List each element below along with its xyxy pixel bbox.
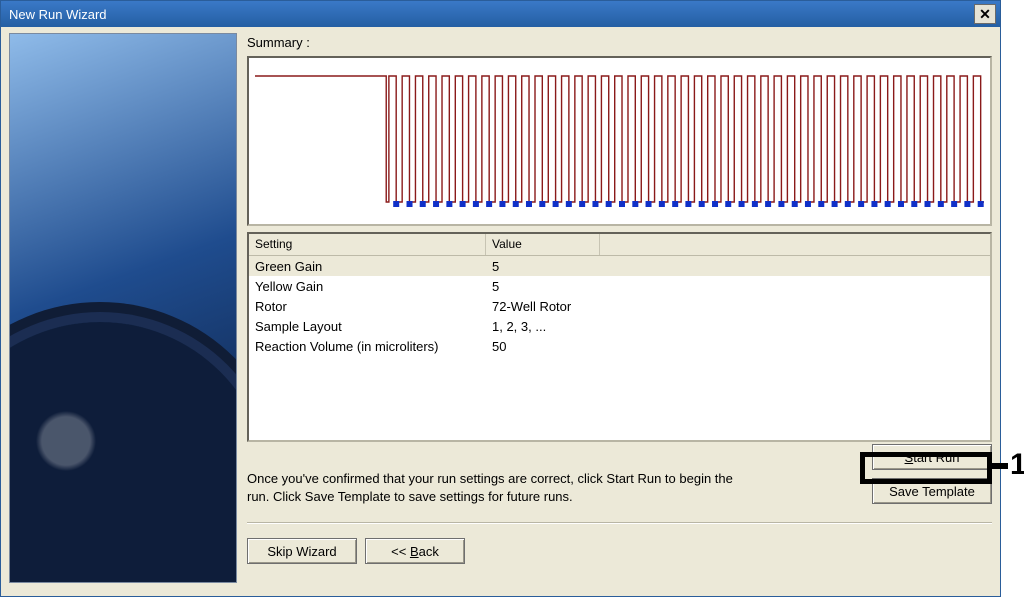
close-button[interactable]: ✕ (974, 4, 996, 24)
col-header-value[interactable]: Value (486, 234, 600, 255)
annotation-dash (992, 463, 1008, 469)
back-button[interactable]: << Back (365, 538, 465, 564)
table-row[interactable]: Yellow Gain5 (249, 276, 990, 296)
table-row[interactable]: Sample Layout1, 2, 3, ... (249, 316, 990, 336)
col-header-spacer (600, 234, 990, 255)
back-label: << Back (391, 544, 439, 559)
save-template-button[interactable]: Save Template (872, 478, 992, 504)
window-title: New Run Wizard (9, 7, 974, 22)
settings-table: Setting Value Green Gain5Yellow Gain5Rot… (247, 232, 992, 442)
table-row[interactable]: Rotor72-Well Rotor (249, 296, 990, 316)
save-template-label: Save Template (889, 484, 975, 499)
cell-setting: Yellow Gain (249, 279, 486, 294)
table-body: Green Gain5Yellow Gain5Rotor72-Well Roto… (249, 256, 990, 440)
start-run-button[interactable]: Start Run (872, 444, 992, 470)
main-panel: Summary : Setting Value Green Gain5Yello… (247, 33, 992, 588)
cell-setting: Green Gain (249, 259, 486, 274)
profile-chart (249, 58, 990, 224)
window-body: Summary : Setting Value Green Gain5Yello… (1, 27, 1000, 596)
titlebar: New Run Wizard ✕ (1, 1, 1000, 27)
cell-setting: Rotor (249, 299, 486, 314)
instruction-text: Once you've confirmed that your run sett… (247, 470, 747, 505)
table-row[interactable]: Green Gain5 (249, 256, 990, 276)
bottom-button-row: Skip Wizard << Back (247, 538, 992, 564)
profile-chart-panel (247, 56, 992, 226)
cell-setting: Sample Layout (249, 319, 486, 334)
table-row[interactable]: Reaction Volume (in microliters)50 (249, 336, 990, 356)
start-run-label-rest: tart Run (913, 450, 959, 465)
cell-value: 50 (486, 339, 990, 354)
annotation-number: 1 (1010, 448, 1024, 482)
cell-value: 72-Well Rotor (486, 299, 990, 314)
summary-label: Summary : (247, 35, 992, 50)
cell-setting: Reaction Volume (in microliters) (249, 339, 486, 354)
start-run-mnemonic: S (905, 450, 914, 465)
cell-value: 5 (486, 279, 990, 294)
table-header-row: Setting Value (249, 234, 990, 256)
cell-value: 1, 2, 3, ... (486, 319, 990, 334)
cell-value: 5 (486, 259, 990, 274)
skip-wizard-button[interactable]: Skip Wizard (247, 538, 357, 564)
close-icon: ✕ (979, 6, 991, 23)
wizard-sidebar-image (9, 33, 237, 583)
skip-wizard-label: Skip Wizard (267, 544, 336, 559)
divider (247, 522, 992, 524)
wizard-window: New Run Wizard ✕ Summary : Setting Value… (0, 0, 1001, 597)
col-header-setting[interactable]: Setting (249, 234, 486, 255)
